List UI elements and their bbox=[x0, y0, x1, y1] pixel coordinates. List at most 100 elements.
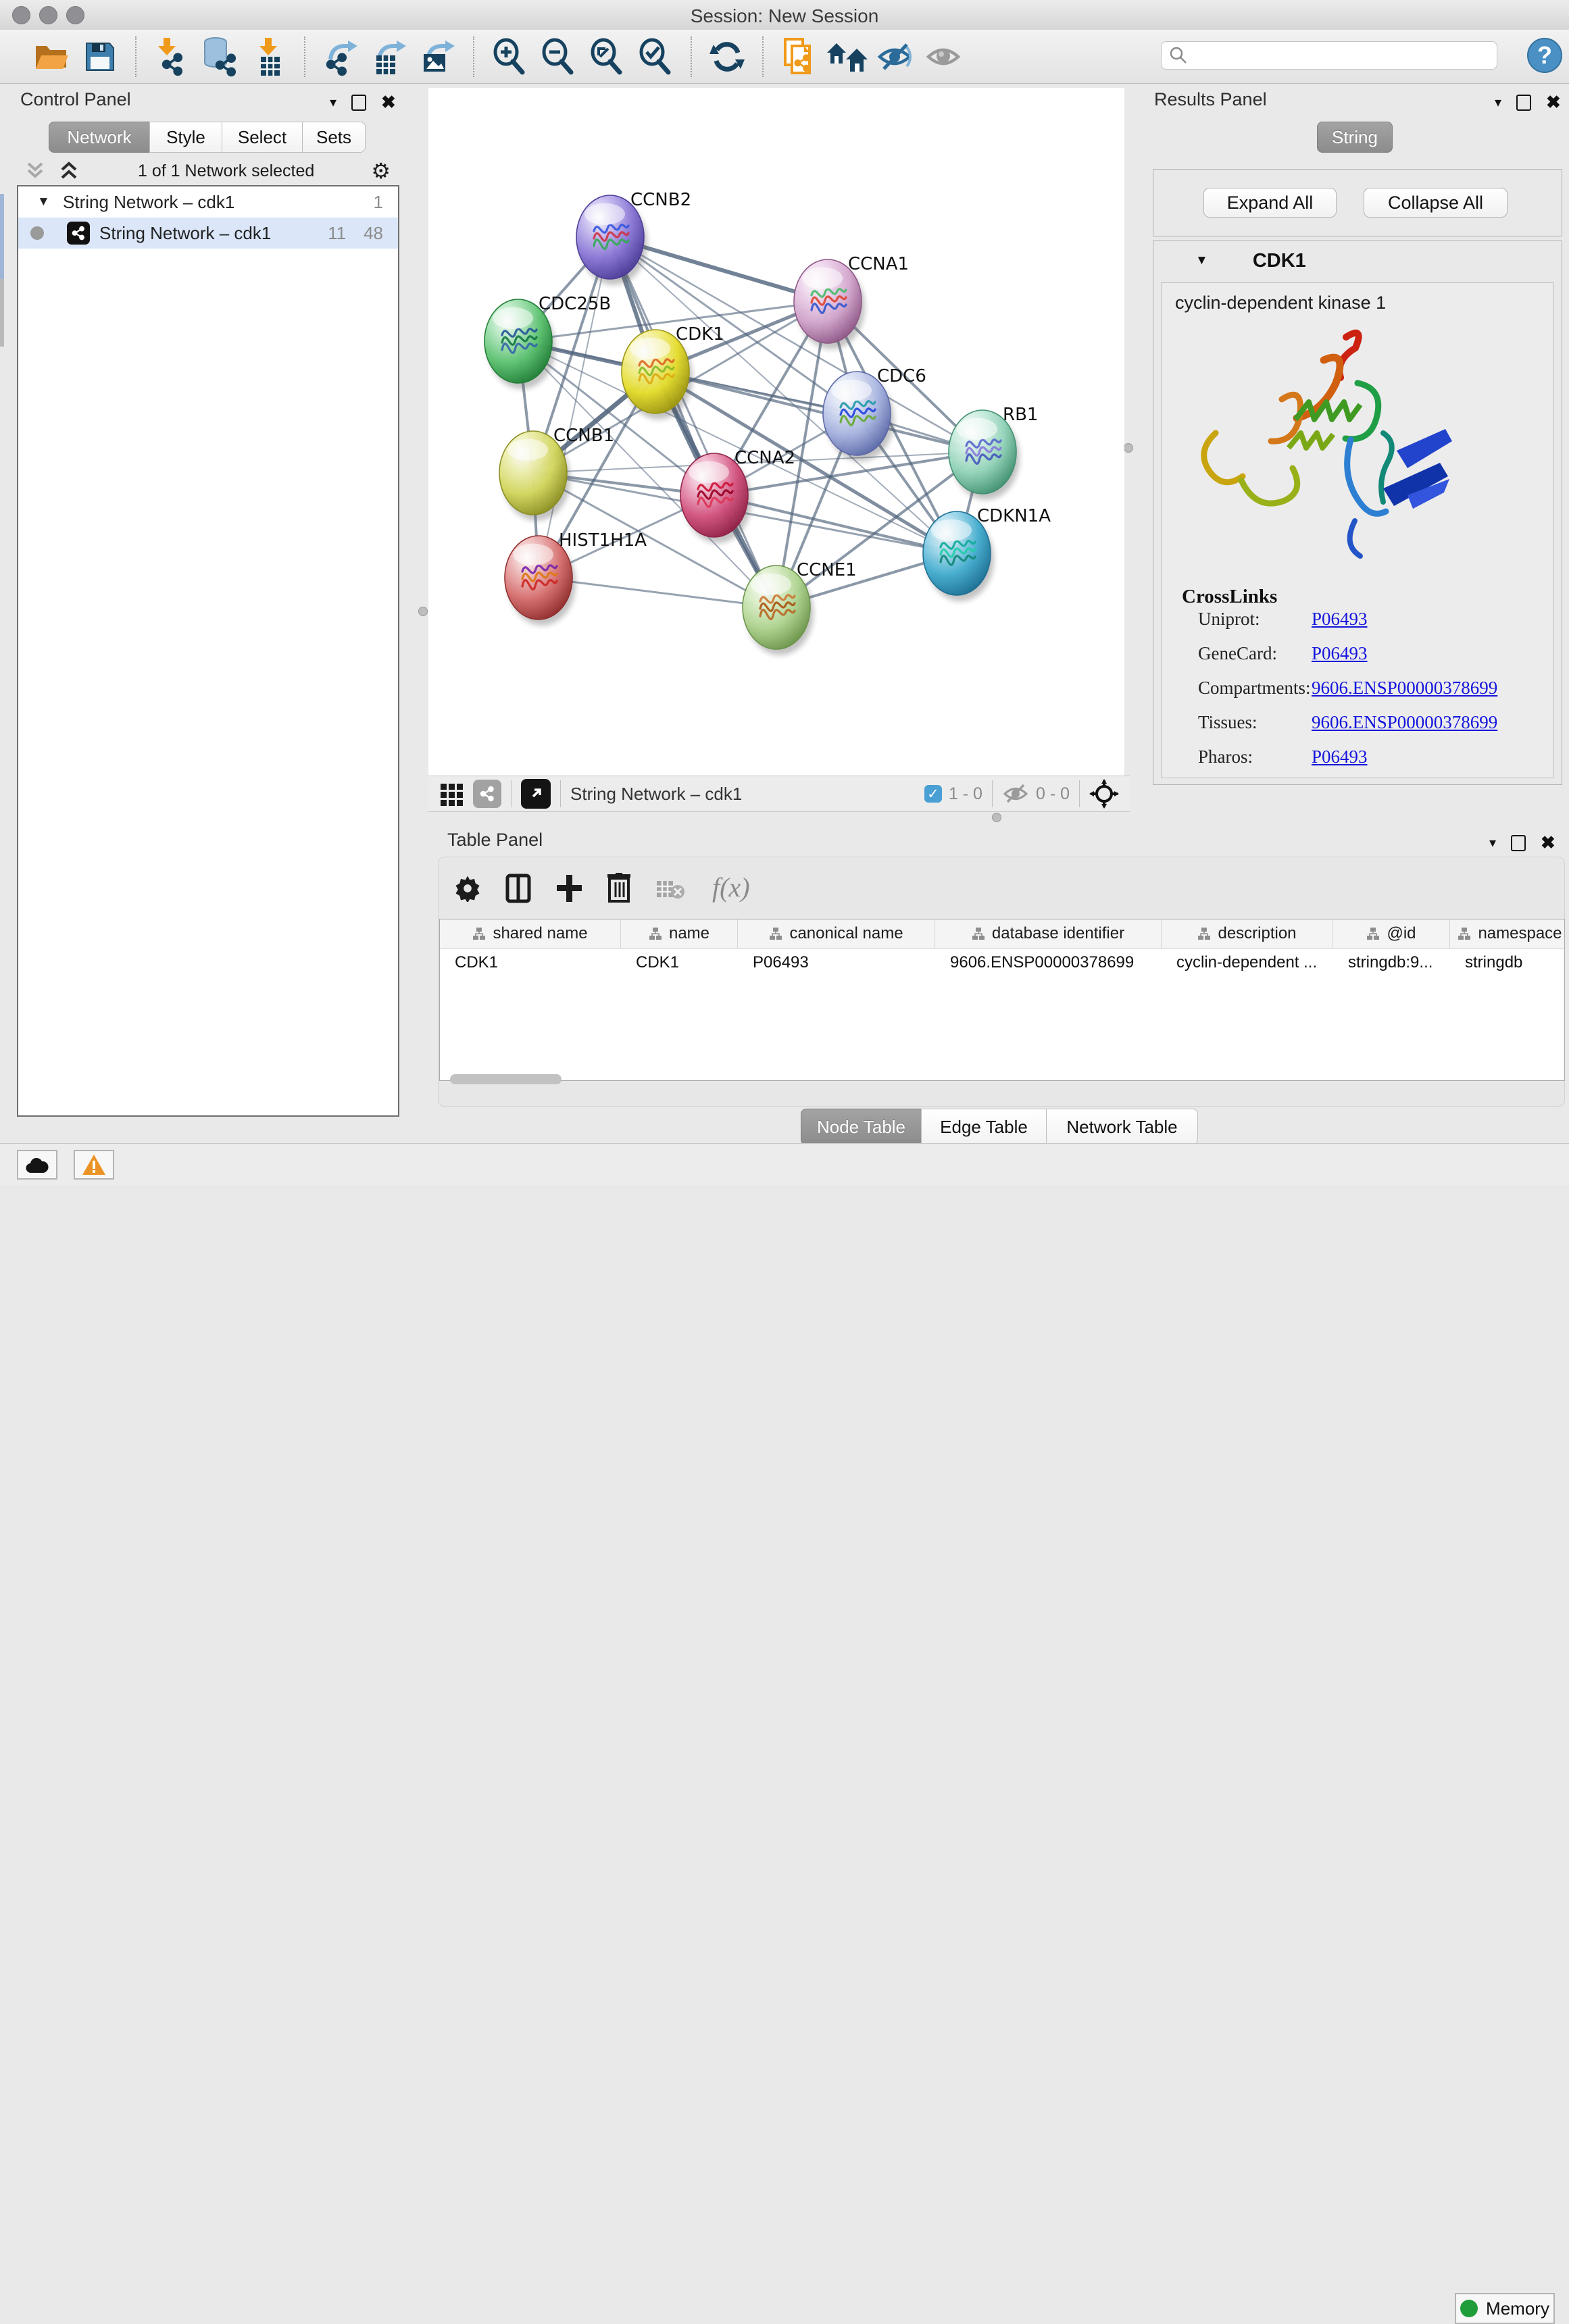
help-button[interactable]: ? bbox=[1527, 38, 1562, 73]
tab-select[interactable]: Select bbox=[222, 122, 303, 153]
tab-network[interactable]: Network bbox=[49, 122, 150, 153]
network-node-rb1[interactable]: RB1 bbox=[949, 405, 1038, 500]
network-node-cdc6[interactable]: CDC6 bbox=[823, 366, 926, 461]
entry-header[interactable]: ▼ CDK1 bbox=[1153, 241, 1562, 280]
hide-selected-button[interactable] bbox=[872, 34, 920, 80]
network-node-hist1h1a[interactable]: HIST1H1A bbox=[505, 530, 647, 626]
close-panel-icon[interactable]: ✖ bbox=[1541, 832, 1555, 853]
column-header-namespace[interactable]: namespace bbox=[1450, 919, 1565, 948]
collapse-panel-icon[interactable]: ▾ bbox=[1495, 94, 1501, 111]
column-header-database-identifier[interactable]: database identifier bbox=[935, 919, 1162, 948]
close-panel-icon[interactable]: ✖ bbox=[1546, 92, 1561, 113]
birds-eye-view-icon[interactable] bbox=[1089, 779, 1119, 809]
results-panel-header-icons: ▾ ✖ bbox=[1495, 92, 1561, 113]
add-column-button[interactable] bbox=[555, 874, 582, 903]
expand-all-button[interactable]: Expand All bbox=[1203, 188, 1337, 218]
network-options-gear-icon[interactable]: ⚙ bbox=[371, 160, 391, 182]
import-database-button[interactable] bbox=[196, 34, 245, 80]
export-table-button[interactable] bbox=[365, 34, 414, 80]
home-button[interactable] bbox=[823, 34, 872, 80]
tab-network-table[interactable]: Network Table bbox=[1046, 1109, 1198, 1145]
network-canvas[interactable]: CCNB2CCNA1CDC25BCDK1CDC6RB1CCNB1CCNA2CDK… bbox=[428, 88, 1124, 776]
delete-table-button[interactable] bbox=[655, 877, 685, 900]
right-splitter-handle[interactable] bbox=[1124, 443, 1133, 453]
network-node-cdkn1a[interactable]: CDKN1A bbox=[923, 506, 1051, 601]
split-columns-button[interactable] bbox=[505, 874, 531, 903]
network-collection-row[interactable]: ▼ String Network – cdk1 1 bbox=[18, 186, 398, 218]
column-header--id[interactable]: @id bbox=[1333, 919, 1450, 948]
open-session-button[interactable] bbox=[27, 34, 76, 80]
network-node-ccnb2[interactable]: CCNB2 bbox=[576, 190, 691, 285]
open-view-in-window-icon[interactable] bbox=[521, 779, 551, 809]
entry-expander-icon[interactable]: ▼ bbox=[1195, 253, 1208, 268]
zoom-in-button[interactable] bbox=[485, 34, 534, 80]
save-session-button[interactable] bbox=[76, 34, 124, 80]
cytoscape-window: { "window": { "title": "Session: New Ses… bbox=[0, 0, 1569, 1185]
search-input[interactable] bbox=[1189, 45, 1490, 66]
column-header-name[interactable]: name bbox=[621, 919, 738, 948]
show-all-button[interactable] bbox=[920, 34, 969, 80]
float-panel-icon[interactable] bbox=[1511, 835, 1526, 851]
delete-table-icon bbox=[655, 877, 685, 900]
left-splitter-handle[interactable] bbox=[418, 607, 428, 616]
clone-network-button[interactable] bbox=[774, 34, 823, 80]
crosslink-value[interactable]: P06493 bbox=[1312, 747, 1368, 767]
column-header-shared-name[interactable]: shared name bbox=[440, 919, 621, 948]
float-panel-icon[interactable] bbox=[1516, 95, 1531, 111]
network-node-cdc25b[interactable]: CDC25B bbox=[484, 294, 611, 389]
window-edge-accent-2 bbox=[0, 279, 4, 347]
function-builder-button[interactable]: f(x) bbox=[709, 872, 753, 905]
expander-triangle-icon[interactable]: ▼ bbox=[37, 195, 57, 209]
search-field[interactable] bbox=[1161, 41, 1497, 70]
crosslink-value[interactable]: 9606.ENSP00000378699 bbox=[1312, 678, 1497, 699]
network-node-ccne1[interactable]: CCNE1 bbox=[743, 560, 857, 655]
tab-edge-table[interactable]: Edge Table bbox=[921, 1109, 1047, 1145]
collapse-all-networks-icon[interactable] bbox=[57, 159, 81, 182]
grid-view-icon[interactable] bbox=[438, 780, 466, 808]
zoom-fit-button[interactable] bbox=[582, 34, 631, 80]
toolbar-separator bbox=[1079, 780, 1080, 807]
expand-all-networks-icon[interactable] bbox=[23, 159, 47, 182]
network-node-ccna1[interactable]: CCNA1 bbox=[794, 254, 909, 349]
network-graph[interactable]: CCNB2CCNA1CDC25BCDK1CDC6RB1CCNB1CCNA2CDK… bbox=[428, 88, 1124, 776]
import-network-button[interactable] bbox=[147, 34, 196, 80]
network-node-ccna2[interactable]: CCNA2 bbox=[680, 448, 795, 543]
refresh-icon bbox=[708, 38, 746, 76]
memory-button[interactable]: Memory bbox=[1455, 2293, 1555, 2324]
table-hscrollbar[interactable] bbox=[445, 1073, 1560, 1086]
table-cell: P06493 bbox=[738, 949, 935, 977]
crosslink-value[interactable]: P06493 bbox=[1312, 643, 1368, 664]
bottom-splitter-handle[interactable] bbox=[992, 813, 1001, 822]
warning-status-button[interactable] bbox=[74, 1150, 114, 1180]
column-tree-icon bbox=[472, 927, 486, 940]
close-panel-icon[interactable]: ✖ bbox=[381, 92, 396, 113]
cloud-status-button[interactable] bbox=[17, 1150, 57, 1180]
export-image-button[interactable] bbox=[414, 34, 462, 80]
string-view-icon[interactable] bbox=[473, 780, 501, 808]
zoom-selected-button[interactable] bbox=[631, 34, 680, 80]
float-panel-icon[interactable] bbox=[351, 95, 366, 111]
protein-structure-image bbox=[1180, 318, 1471, 585]
tab-style[interactable]: Style bbox=[149, 122, 222, 153]
collapse-panel-icon[interactable]: ▾ bbox=[1489, 834, 1496, 851]
refresh-button[interactable] bbox=[703, 34, 751, 80]
import-table-button[interactable] bbox=[245, 34, 293, 80]
crosslink-value[interactable]: P06493 bbox=[1312, 609, 1368, 630]
collapse-panel-icon[interactable]: ▾ bbox=[330, 94, 337, 111]
tab-string[interactable]: String bbox=[1317, 122, 1393, 153]
crosslink-value[interactable]: 9606.ENSP00000378699 bbox=[1312, 712, 1497, 733]
export-network-button[interactable] bbox=[316, 34, 365, 80]
column-header-canonical-name[interactable]: canonical name bbox=[738, 919, 935, 948]
table-hscroll-thumb[interactable] bbox=[450, 1074, 562, 1084]
zoom-out-button[interactable] bbox=[534, 34, 582, 80]
network-row[interactable]: String Network – cdk1 11 48 bbox=[18, 218, 398, 249]
table-row[interactable]: CDK1CDK1P064939606.ENSP00000378699cyclin… bbox=[440, 949, 1564, 977]
table-settings-button[interactable] bbox=[454, 875, 481, 902]
tab-node-table[interactable]: Node Table bbox=[801, 1109, 922, 1145]
delete-column-button[interactable] bbox=[607, 873, 631, 904]
column-header-description[interactable]: description bbox=[1162, 919, 1333, 948]
collapse-all-button[interactable]: Collapse All bbox=[1364, 188, 1508, 218]
tab-sets[interactable]: Sets bbox=[302, 122, 366, 153]
node-table[interactable]: shared namenamecanonical namedatabase id… bbox=[439, 919, 1565, 1081]
selected-nodes-checkbox[interactable]: ✓ bbox=[924, 785, 942, 803]
